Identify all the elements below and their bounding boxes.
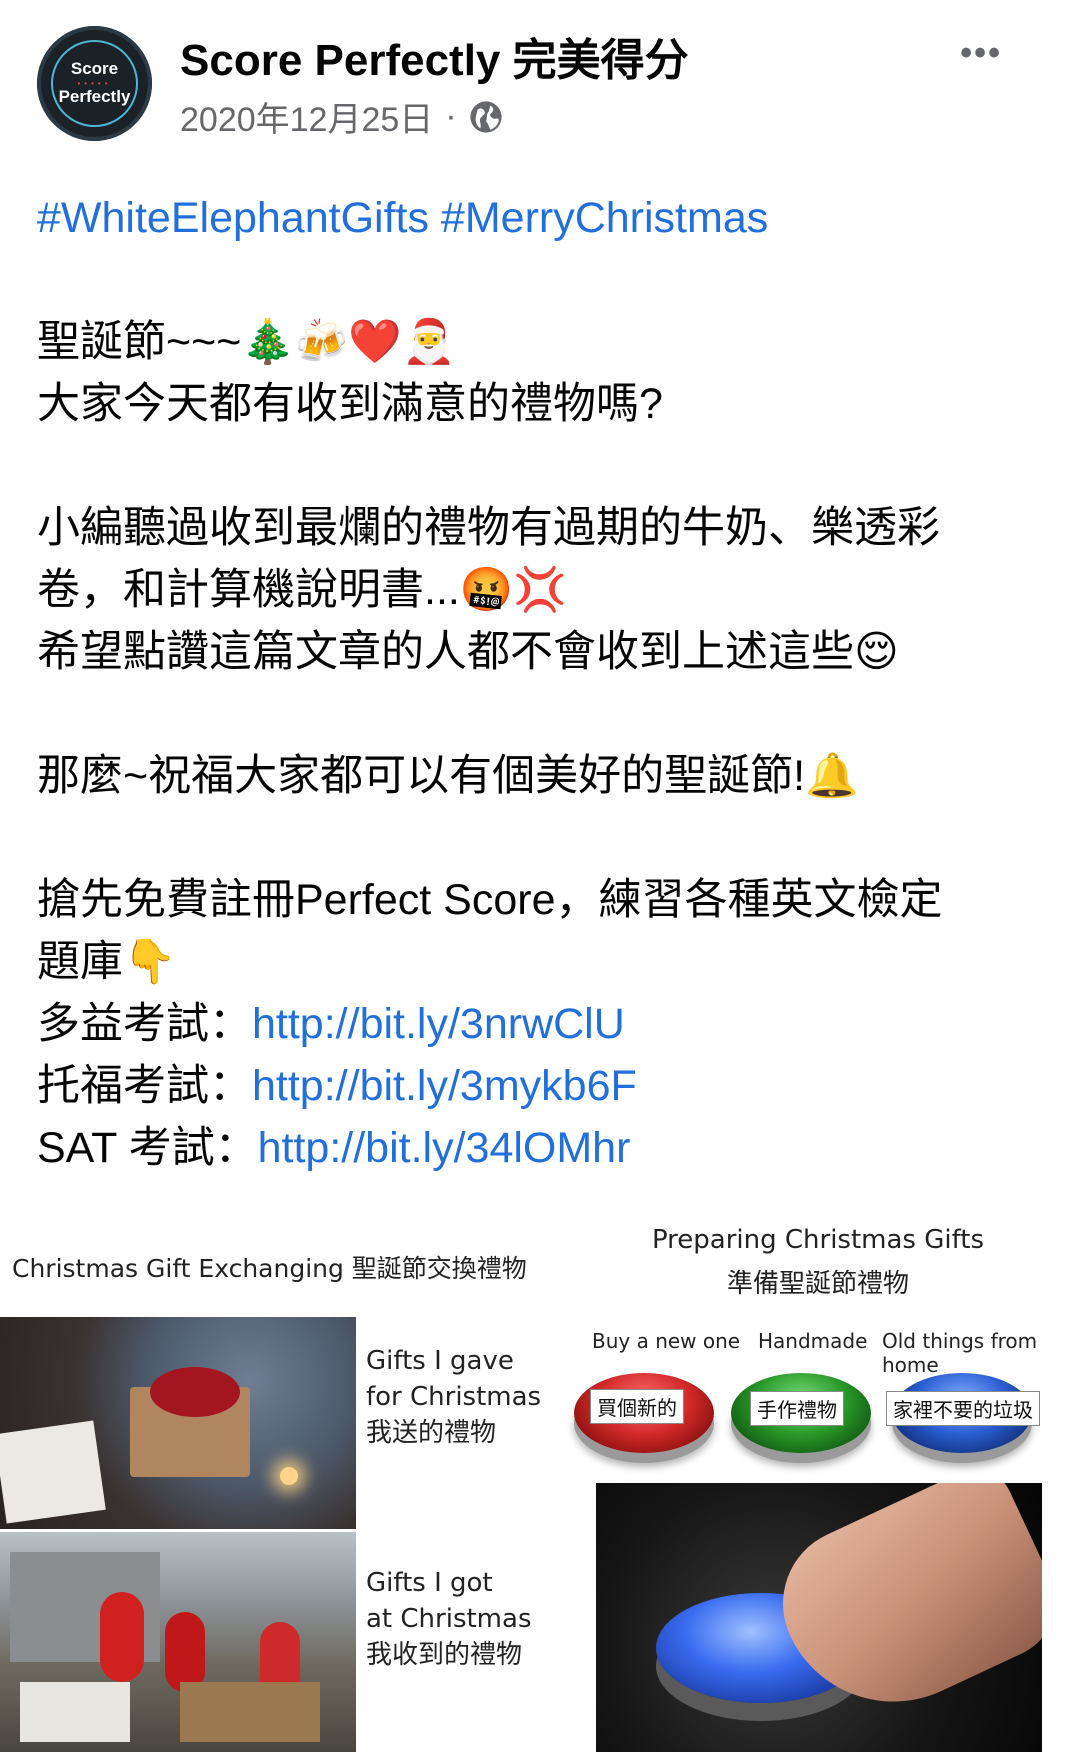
sat-link[interactable]: http://bit.ly/34lOMhr [258, 1124, 631, 1172]
avatar-text-line2: Perfectly [58, 87, 131, 106]
got-caption: Gifts I got at Christmas 我收到的禮物 [366, 1565, 531, 1673]
got-caption-en1: Gifts I got [366, 1568, 493, 1598]
post-line: 卷，和計算機說明書...🤬💢 [37, 566, 567, 614]
meme-image-left[interactable]: Christmas Gift Exchanging 聖誕節交換禮物 Gifts … [0, 1213, 552, 1752]
got-caption-zh: 我收到的禮物 [366, 1640, 523, 1670]
post-line: 大家今天都有收到滿意的禮物嗎? [37, 380, 663, 428]
link-label: 托福考試： [37, 1062, 252, 1110]
link-label: SAT 考試： [37, 1124, 258, 1172]
post-body: #WhiteElephantGifts #MerryChristmas 聖誕節~… [37, 187, 1047, 1179]
page-name-link[interactable]: Score Perfectly 完美得分 [180, 24, 689, 88]
post-date[interactable]: 2020年12月25日 [180, 92, 433, 141]
post-meta: 2020年12月25日 · [180, 92, 503, 141]
meta-separator: · [445, 97, 457, 135]
gave-caption-en2: for Christmas [366, 1382, 542, 1412]
link-row: SAT 考試：http://bit.ly/34lOMhr [37, 1117, 1047, 1179]
wrapping-gift-photo [0, 1317, 356, 1529]
hashtags[interactable]: #WhiteElephantGifts #MerryChristmas [37, 187, 1047, 249]
toefl-link[interactable]: http://bit.ly/3mykb6F [252, 1062, 637, 1110]
post-line: 希望點讚這篇文章的人都不會收到上述這些😌 [37, 628, 899, 676]
button-label: 手作禮物 [750, 1391, 844, 1426]
link-label: 多益考試： [37, 1000, 252, 1048]
post-line: 題庫👇 [37, 938, 177, 986]
got-caption-en2: at Christmas [366, 1604, 532, 1634]
post-line: 搶先免費註冊Perfect Score，練習各種英文檢定 [37, 876, 943, 924]
inflatables-photo [0, 1532, 356, 1752]
facebook-post: Score ••••• Perfectly Score Perfectly 完美… [0, 0, 1080, 1752]
link-row: 多益考試：http://bit.ly/3nrwClU [37, 993, 1047, 1055]
meme-left-title: Christmas Gift Exchanging 聖誕節交換禮物 [12, 1254, 527, 1283]
meme-right-title-zh: 準備聖誕節禮物 [726, 1269, 909, 1299]
post-line: 那麼~祝福大家都可以有個美好的聖誕節!🔔 [37, 752, 859, 800]
globe-icon[interactable] [469, 100, 503, 134]
button-label: 買個新的 [590, 1389, 684, 1424]
toeic-link[interactable]: http://bit.ly/3nrwClU [252, 1000, 625, 1048]
option-caption: Handmade [758, 1329, 868, 1353]
post-line: 小編聽過收到最爛的禮物有過期的牛奶、樂透彩 [37, 504, 940, 552]
gave-caption: Gifts I gave for Christmas 我送的禮物 [366, 1343, 541, 1451]
more-options-icon[interactable]: ••• [960, 34, 1002, 73]
option-caption: Buy a new one [592, 1329, 741, 1353]
button-label: 家裡不要的垃圾 [886, 1391, 1040, 1426]
meme-image-right[interactable]: Preparing Christmas Gifts 準備聖誕節禮物 Buy a … [556, 1213, 1080, 1752]
avatar-text-line1: Score [70, 59, 119, 78]
post-line: 聖誕節~~~🎄🍻❤️🎅 [37, 318, 456, 366]
gave-caption-en1: Gifts I gave [366, 1346, 514, 1376]
meme-right-title-en: Preparing Christmas Gifts [651, 1225, 985, 1255]
page-avatar[interactable]: Score ••••• Perfectly [37, 26, 152, 141]
gave-caption-zh: 我送的禮物 [366, 1418, 497, 1448]
option-caption: Old things from home [882, 1329, 1038, 1377]
link-row: 托福考試：http://bit.ly/3mykb6F [37, 1055, 1047, 1117]
slapping-button-photo [596, 1483, 1042, 1752]
